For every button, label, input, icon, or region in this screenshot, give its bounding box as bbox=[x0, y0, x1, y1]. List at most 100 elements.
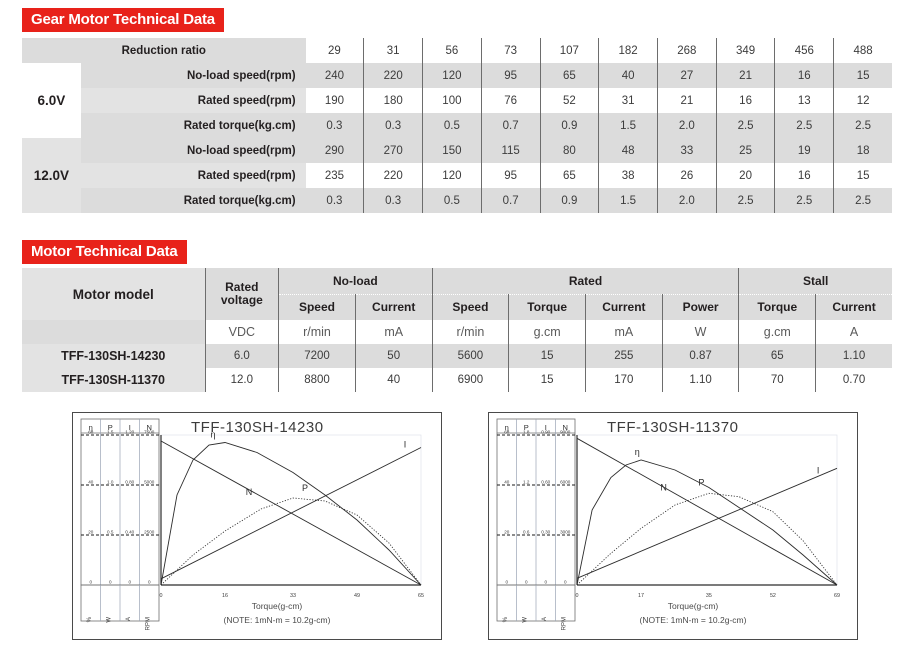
table-cell: 0.9 bbox=[539, 113, 599, 138]
table-row: TFF-130SH-14230 6.0 7200 50 5600 15 255 0.87 65 1… bbox=[22, 344, 892, 368]
table-cell: 190 bbox=[324, 94, 345, 107]
curve-label-current: I bbox=[404, 440, 407, 450]
table-cell: 15 bbox=[833, 63, 892, 88]
unit-cell: A bbox=[815, 320, 892, 344]
voltage-label: 6.0V bbox=[37, 93, 66, 108]
table-cell: 16 bbox=[715, 88, 775, 113]
col-torque: Torque bbox=[738, 294, 816, 320]
table-cell: 456 bbox=[774, 38, 834, 63]
table-cell: 0.3 bbox=[305, 113, 364, 138]
table-row: VDC r/min mA r/min g.cm mA Wg.cm A bbox=[22, 320, 892, 344]
table-cell: 15 bbox=[833, 163, 892, 188]
table-cell: 50 bbox=[354, 344, 433, 368]
table-cell: 349 bbox=[715, 38, 775, 63]
table-cell: 0.3 bbox=[363, 113, 423, 138]
table-cell: 220 bbox=[363, 63, 423, 88]
table-cell: 13 bbox=[774, 88, 834, 113]
table-cell: 2.5 bbox=[833, 113, 892, 138]
row-label: No-load speed(rpm) bbox=[80, 138, 306, 163]
axis-tick: 1.5 bbox=[107, 430, 114, 435]
col-current: Current bbox=[585, 294, 663, 320]
table-cell: 40 bbox=[354, 368, 433, 392]
axis-tick: 0 bbox=[148, 580, 151, 585]
series-P bbox=[160, 497, 422, 586]
table-cell: 20 bbox=[715, 163, 775, 188]
table-cell: 0.7 bbox=[480, 113, 540, 138]
table-cell: 2.5 bbox=[774, 188, 834, 213]
axis-tick: 1.2 bbox=[523, 480, 530, 485]
table-cell: 2.5 bbox=[715, 188, 775, 213]
x-tick: 17 bbox=[638, 593, 644, 599]
gear-motor-banner: Gear Motor Technical Data bbox=[22, 8, 224, 32]
col-group-no-load: No-load bbox=[278, 268, 433, 295]
table-cell: 21 bbox=[715, 63, 775, 88]
rated-voltage-line2: voltage bbox=[220, 293, 263, 307]
axis-tick: 0.40 bbox=[125, 530, 134, 535]
table-cell: 0.70 bbox=[815, 368, 892, 392]
table-cell: 31 bbox=[363, 38, 423, 63]
table-cell: 100 bbox=[422, 88, 482, 113]
col-current: Current bbox=[815, 294, 892, 320]
x-tick: 65 bbox=[418, 593, 424, 599]
table-cell: 1.10 bbox=[661, 368, 739, 392]
table-cell: 2.0 bbox=[656, 188, 717, 213]
axis-tick: 0.30 bbox=[541, 530, 550, 535]
table-cell: 1.10 bbox=[815, 344, 892, 368]
axis-tick: 3000 bbox=[560, 530, 571, 535]
table-row: Rated torque(kg.cm) 0.3 0.3 0.5 0.7 0.9 1.5 2.0… bbox=[22, 188, 892, 213]
table-cell: 5600 bbox=[431, 344, 509, 368]
x-tick: 33 bbox=[290, 593, 296, 599]
axis-tick: 40 bbox=[88, 480, 94, 485]
table-cell: 70 bbox=[738, 368, 816, 392]
chart-xlabel: Torque(g-cm) bbox=[667, 601, 719, 611]
table-cell: 0.3 bbox=[305, 188, 364, 213]
table-cell: 65 bbox=[738, 344, 816, 368]
x-tick: 69 bbox=[834, 593, 840, 599]
reduction-ratio-header: Reduction ratio bbox=[22, 38, 306, 63]
table-cell: 107 bbox=[539, 38, 599, 63]
table-cell: 48 bbox=[598, 138, 658, 163]
table-row: Motor model Rated voltage No-load Rated Stall bbox=[22, 268, 892, 320]
table-cell: 240 bbox=[305, 63, 364, 88]
table-row: Reduction ratio 29 31 56 73 107 182 268 349 456 48… bbox=[22, 38, 892, 63]
axis-tick: 7500 bbox=[144, 430, 155, 435]
table-cell: 2.5 bbox=[715, 113, 775, 138]
axis-tick: 0 bbox=[109, 580, 112, 585]
col-group-stall: Stall bbox=[738, 268, 892, 295]
chart-xlabel: Torque(g-cm) bbox=[251, 601, 303, 611]
chart-note: (NOTE: 1mN-m = 10.2g-cm) bbox=[639, 615, 747, 625]
table-cell: 65 bbox=[539, 63, 599, 88]
table-cell: 18 bbox=[833, 138, 892, 163]
series-I bbox=[160, 447, 422, 580]
axis-unit-w: W bbox=[522, 617, 528, 623]
x-tick: 0 bbox=[160, 593, 163, 599]
performance-chart-11370: TFF-130SH-11370 η P I N 0 20 40 60 0 0.6 1.2 1.8 0 0.3… bbox=[488, 412, 858, 640]
x-tick: 0 bbox=[576, 593, 579, 599]
axis-tick: 20 bbox=[88, 530, 94, 535]
curve-label-speed: N bbox=[660, 483, 667, 493]
table-cell: 16 bbox=[774, 163, 834, 188]
table-cell: 120 bbox=[422, 63, 482, 88]
unit-cell: VDC bbox=[204, 320, 279, 344]
curve-label-efficiency: η bbox=[635, 447, 640, 457]
row-label: Rated torque(kg.cm) bbox=[80, 113, 306, 138]
table-cell: 1.5 bbox=[598, 113, 658, 138]
axis-unit-%: % bbox=[503, 616, 509, 622]
gear-motor-table: Reduction ratio 29 31 56 73 107 182 268 349 456 48… bbox=[22, 38, 892, 213]
series-P bbox=[576, 492, 838, 586]
chart-note: (NOTE: 1mN-m = 10.2g-cm) bbox=[223, 615, 331, 625]
unit-cell: mA bbox=[585, 320, 663, 344]
unit-cell: mA bbox=[354, 320, 433, 344]
axis-tick: 0.80 bbox=[125, 480, 134, 485]
table-cell: 0.5 bbox=[422, 113, 482, 138]
axis-tick: 6000 bbox=[560, 480, 571, 485]
x-tick: 35 bbox=[706, 593, 712, 599]
table-cell: 182 bbox=[598, 38, 658, 63]
table-cell: 115 bbox=[480, 138, 540, 163]
table-cell: 76 bbox=[480, 88, 540, 113]
x-tick: 16 bbox=[222, 593, 228, 599]
table-row: Rated speed(rpm) 190 180 100 76 52 31 21 16 13 12 bbox=[22, 88, 892, 113]
voltage-label: 12.0V bbox=[22, 138, 81, 213]
axis-tick: 0.5 bbox=[107, 530, 114, 535]
table-cell: 95 bbox=[480, 163, 540, 188]
